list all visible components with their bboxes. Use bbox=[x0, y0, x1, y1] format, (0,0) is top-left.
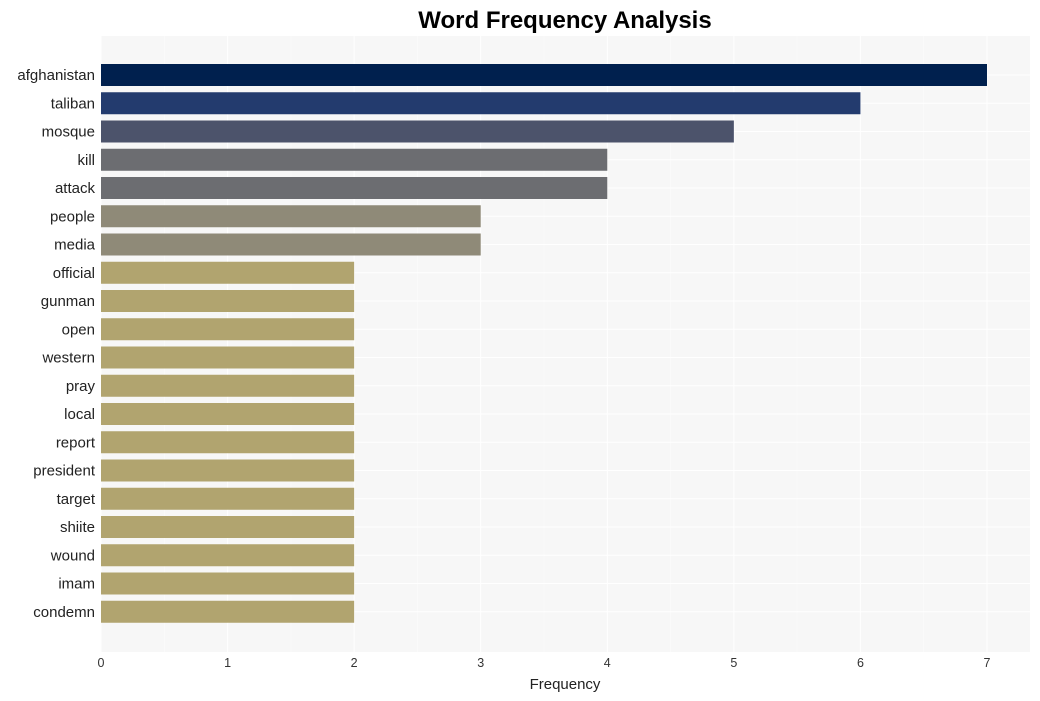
y-tick-label: target bbox=[57, 491, 96, 508]
chart-title: Word Frequency Analysis bbox=[418, 7, 711, 34]
bar-afghanistan bbox=[101, 64, 987, 86]
bar-kill bbox=[101, 148, 608, 171]
bar-western bbox=[101, 346, 355, 369]
x-tick-label: 3 bbox=[477, 656, 484, 670]
y-tick-label: western bbox=[41, 350, 95, 367]
x-tick-label: 0 bbox=[98, 656, 105, 670]
y-tick-label: shiite bbox=[60, 519, 95, 536]
y-tick-label: attack bbox=[55, 180, 96, 197]
bar-local bbox=[101, 403, 355, 425]
y-tick-label: taliban bbox=[51, 95, 95, 112]
y-tick-label: mosque bbox=[42, 124, 95, 141]
bar-wound bbox=[101, 544, 355, 567]
bar-pray bbox=[101, 374, 355, 397]
y-tick-label: wound bbox=[50, 547, 95, 564]
y-tick-label: media bbox=[54, 237, 96, 254]
y-tick-label: afghanistan bbox=[17, 67, 95, 84]
bar-people bbox=[101, 205, 481, 228]
y-tick-label: gunman bbox=[41, 293, 95, 310]
y-tick-label: people bbox=[50, 208, 95, 225]
bar-imam bbox=[101, 572, 355, 595]
y-tick-label: condemn bbox=[33, 604, 95, 621]
bar-open bbox=[101, 318, 355, 341]
x-tick-label: 1 bbox=[224, 656, 231, 670]
y-tick-label: president bbox=[33, 463, 96, 480]
x-tick-label: 5 bbox=[730, 656, 737, 670]
x-tick-label: 6 bbox=[857, 656, 864, 670]
y-tick-label: imam bbox=[58, 576, 95, 593]
bar-mosque bbox=[101, 120, 734, 143]
bar-taliban bbox=[101, 92, 861, 115]
bar-shiite bbox=[101, 516, 355, 538]
x-axis-ticks: 0 1 2 3 4 5 6 7 bbox=[98, 656, 991, 670]
bar-media bbox=[101, 233, 481, 256]
x-tick-label: 2 bbox=[351, 656, 358, 670]
bar-attack bbox=[101, 177, 608, 199]
y-tick-label: pray bbox=[66, 378, 96, 395]
y-tick-label: official bbox=[53, 265, 95, 282]
y-axis-labels: afghanistan taliban mosque kill attack people… bbox=[17, 67, 95, 621]
bar-report bbox=[101, 431, 355, 454]
bar-president bbox=[101, 459, 355, 482]
bar-condemn bbox=[101, 600, 355, 623]
y-tick-label: report bbox=[56, 434, 96, 451]
x-axis-label: Frequency bbox=[530, 676, 601, 693]
x-tick-label: 4 bbox=[604, 656, 611, 670]
word-frequency-chart: afghanistan taliban mosque kill attack people… bbox=[17, 7, 1030, 693]
bar-target bbox=[101, 487, 355, 510]
y-tick-label: local bbox=[64, 406, 95, 423]
bar-official bbox=[101, 261, 355, 284]
bar-gunman bbox=[101, 290, 355, 312]
y-tick-label: open bbox=[62, 321, 95, 338]
x-tick-label: 7 bbox=[984, 656, 991, 670]
y-tick-label: kill bbox=[78, 152, 96, 169]
